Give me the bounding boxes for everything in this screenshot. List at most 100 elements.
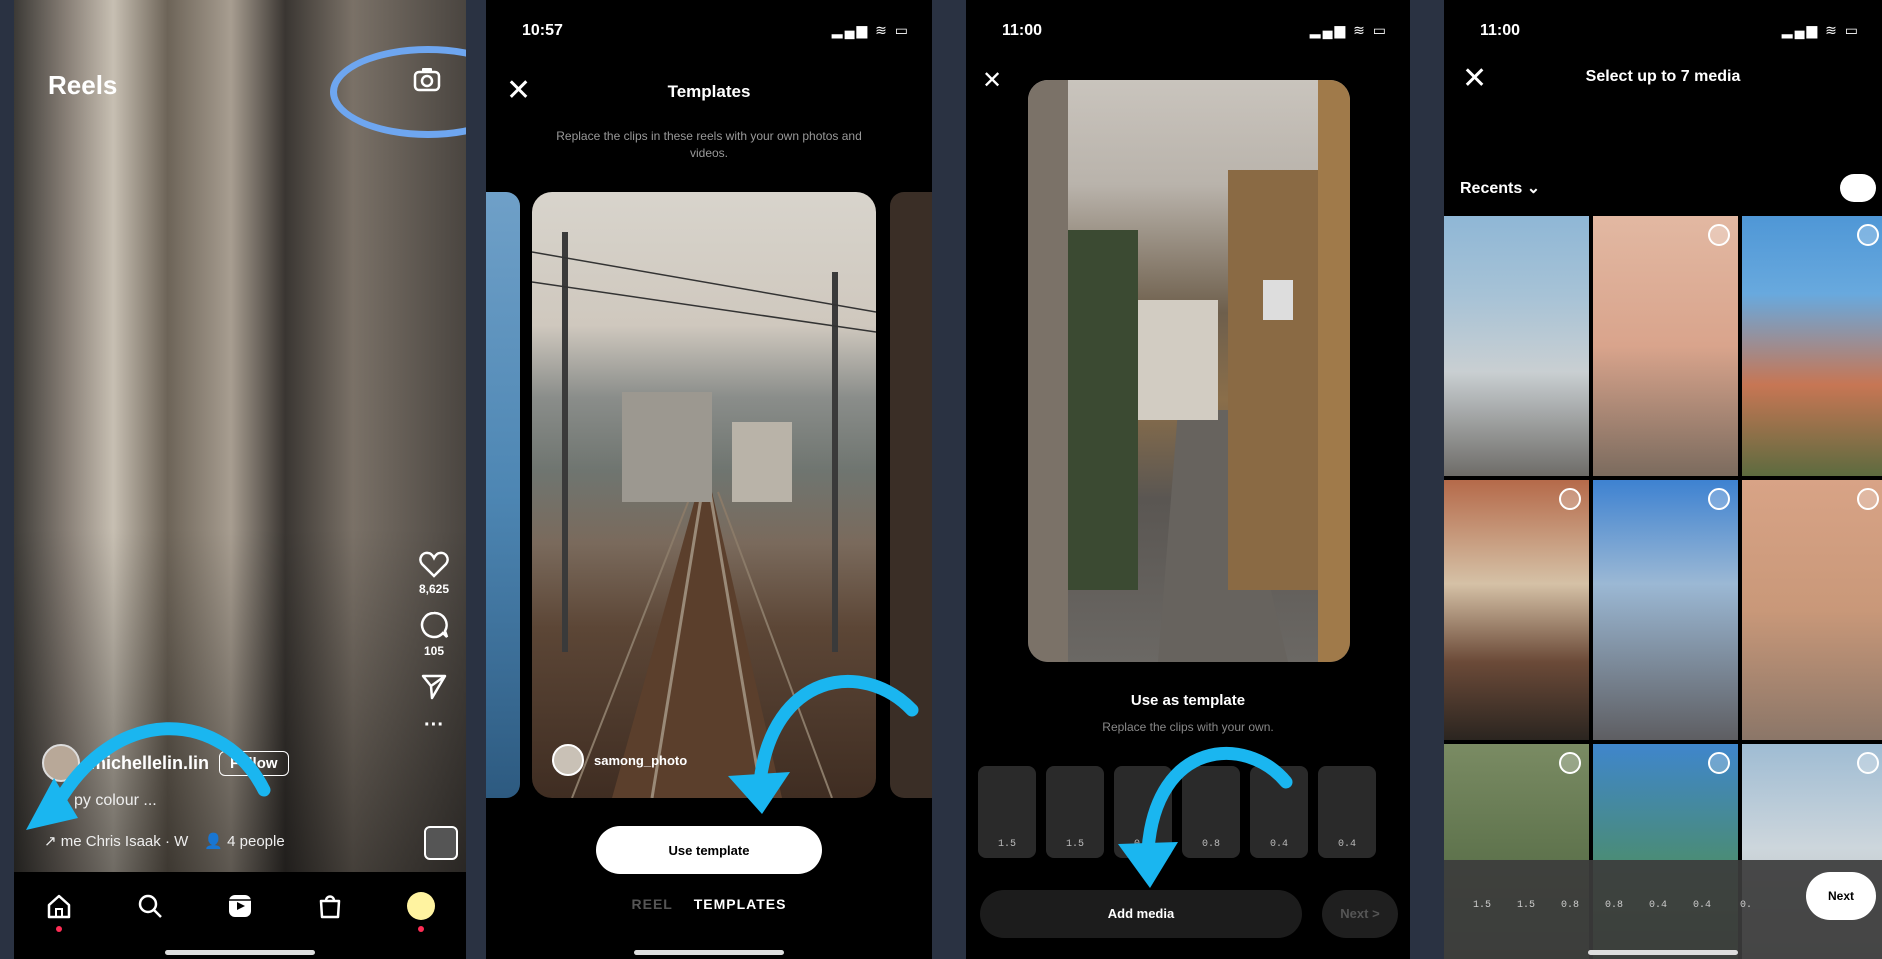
multi-select-button[interactable] (1840, 174, 1876, 202)
clip-slot[interactable]: 0.4 (1250, 766, 1308, 858)
people-label: 4 people (227, 833, 285, 850)
use-template-button[interactable]: Use template (596, 826, 822, 874)
select-circle[interactable] (1559, 752, 1581, 774)
status-time: 10:57 (522, 22, 563, 39)
home-indicator (634, 950, 784, 955)
alley-photo (1028, 80, 1350, 662)
templates-screen: 10:57 ▂▄▆ ≋ ▭ ✕ Templates Replace the cl… (486, 0, 932, 959)
shopping-bag-icon (320, 895, 341, 919)
audio-thumbnail[interactable] (424, 826, 458, 860)
nav-shop[interactable] (314, 890, 346, 922)
clip-duration: 0.4 (1337, 839, 1356, 850)
template-heading: Use as template (1130, 692, 1246, 709)
nav-search[interactable] (134, 890, 166, 922)
comment-button[interactable]: 105 (412, 610, 456, 658)
status-icons: ▂▄▆ ≋ ▭ (1781, 22, 1860, 38)
status-time: 11:00 (1480, 22, 1521, 39)
page-title: Templates (667, 82, 751, 101)
tab-templates[interactable]: TEMPLATES (694, 896, 787, 912)
chevron-down-icon: ⌄ (1526, 180, 1541, 197)
reel-author: michellelin.lin Follow (42, 744, 289, 782)
clip-duration: 0.8 (1133, 839, 1152, 850)
template-card[interactable]: samong_photo (532, 192, 876, 798)
audio-link[interactable]: ↗ me Chris Isaak · W (44, 832, 188, 850)
username[interactable]: michellelin.lin (90, 753, 209, 774)
reel-caption[interactable]: py colour ... (74, 792, 157, 810)
template-preview[interactable] (1028, 80, 1350, 662)
template-subheading: Replace the clips with your own. (1102, 720, 1274, 734)
select-circle[interactable] (1708, 752, 1730, 774)
nav-home[interactable] (43, 890, 75, 932)
select-media-screen: 11:00 ▂▄▆ ≋ ▭ ✕ Select up to 7 media Rec… (1444, 0, 1882, 959)
like-button[interactable]: 8,625 (412, 550, 456, 596)
select-circle[interactable] (1708, 224, 1730, 246)
nav-profile[interactable] (405, 890, 437, 932)
reel-meta: ↗ me Chris Isaak · W 👤 4 people (44, 832, 285, 850)
select-circle[interactable] (1857, 224, 1879, 246)
select-circle[interactable] (1559, 488, 1581, 510)
clip-duration: 1.5 (1516, 900, 1535, 911)
clip-duration: 0.8 (1560, 900, 1579, 911)
clip-slot[interactable]: 1.5 (1046, 766, 1104, 858)
more-icon: ··· (424, 714, 444, 736)
clip-duration: 1.5 (1472, 900, 1491, 911)
album-selector[interactable]: Recents ⌄ (1460, 178, 1540, 198)
reels-icon (228, 895, 251, 917)
reel-actions: 8,625 105 ··· (412, 550, 456, 751)
clip-duration: 0.8 (1604, 900, 1623, 911)
clip-duration: 1.5 (997, 839, 1016, 850)
home-icon (47, 894, 71, 919)
clip-duration: 0.4 (1269, 839, 1288, 850)
status-icons: ▂▄▆ ≋ ▭ (831, 22, 910, 38)
heart-icon (419, 551, 449, 578)
use-template-screen: 11:00 ▂▄▆ ≋ ▭ ✕ Use as template Replace … (966, 0, 1410, 959)
share-button[interactable] (412, 672, 456, 700)
clip-slots: 1.5 1.5 0.8 0.8 0.4 0.4 (978, 766, 1376, 858)
send-icon (421, 674, 447, 700)
more-button[interactable]: ··· (412, 714, 456, 737)
notification-dot (56, 926, 63, 932)
search-icon (138, 894, 162, 918)
tagged-people[interactable]: 👤 4 people (204, 832, 284, 850)
template-creator[interactable]: samong_photo (552, 744, 687, 776)
template-card-prev[interactable] (486, 192, 520, 798)
add-media-button[interactable]: Add media (980, 890, 1302, 938)
next-button[interactable]: Next > (1322, 890, 1398, 938)
home-indicator (165, 950, 315, 955)
follow-button[interactable]: Follow (219, 750, 289, 776)
media-grid (1444, 216, 1882, 959)
page-subtitle: Replace the clips in these reels with yo… (556, 129, 862, 160)
profile-avatar (406, 892, 435, 920)
tab-reel[interactable]: REEL (632, 896, 673, 912)
media-tile[interactable] (1593, 480, 1738, 740)
next-button[interactable]: Next (1806, 872, 1876, 920)
media-tile[interactable] (1593, 216, 1738, 476)
clip-duration: 0. (1739, 900, 1752, 911)
template-card-next[interactable] (890, 192, 932, 798)
select-circle[interactable] (1857, 752, 1879, 774)
status-icons: ▂▄▆ ≋ ▭ (1309, 22, 1388, 38)
nav-reels[interactable] (224, 890, 256, 922)
page-title: Select up to 7 media (1585, 68, 1741, 85)
select-circle[interactable] (1857, 488, 1879, 510)
clip-slot[interactable]: 0.8 (1114, 766, 1172, 858)
creator-name: samong_photo (594, 752, 688, 768)
media-tile[interactable] (1742, 480, 1882, 740)
clip-slot[interactable]: 0.4 (1318, 766, 1376, 858)
audio-label: me Chris Isaak · W (60, 833, 189, 850)
close-icon[interactable]: ✕ (982, 66, 1002, 96)
select-circle[interactable] (1708, 488, 1730, 510)
reel-video[interactable] (14, 0, 466, 959)
media-tile[interactable] (1444, 216, 1589, 476)
clip-duration: 0.8 (1201, 839, 1220, 850)
clip-slot[interactable]: 0.8 (1182, 766, 1240, 858)
mode-tabs: REEL TEMPLATES (486, 896, 932, 912)
avatar[interactable] (42, 744, 80, 782)
album-label: Recents (1460, 180, 1523, 197)
clip-slot[interactable]: 1.5 (978, 766, 1036, 858)
reels-screen: Reels 8,625 105 ··· michellelin.lin Foll… (14, 0, 466, 959)
home-indicator (1588, 950, 1738, 955)
page-title: Reels (48, 70, 118, 100)
media-tile[interactable] (1444, 480, 1589, 740)
media-tile[interactable] (1742, 216, 1882, 476)
